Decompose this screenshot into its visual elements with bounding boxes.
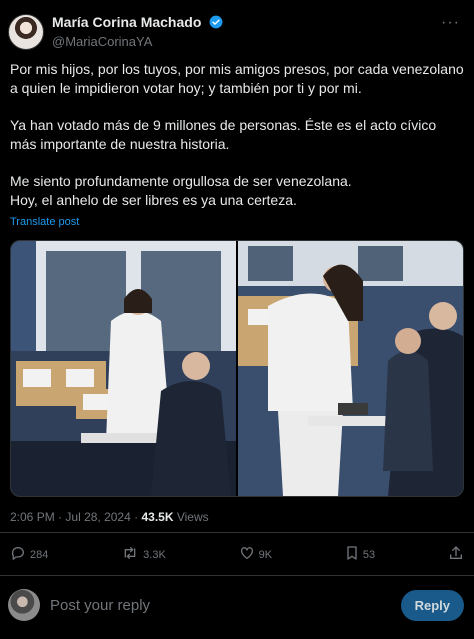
media-photo-left[interactable] [11, 241, 236, 496]
more-options-icon[interactable]: ··· [441, 14, 460, 32]
bookmark-count: 53 [362, 548, 376, 561]
author-names: María Corina Machado @MariaCorinaYA [52, 14, 223, 50]
reply-input[interactable]: Post your reply [50, 597, 401, 614]
author-display-name[interactable]: María Corina Machado [52, 14, 201, 30]
user-avatar [8, 589, 40, 621]
action-bar: 284 3.3K 9K 53 [10, 545, 464, 564]
like-count: 9K [258, 548, 273, 561]
tweet-media[interactable] [10, 240, 464, 497]
bookmark-action[interactable]: 53 [345, 545, 375, 564]
author-handle[interactable]: @MariaCorinaYA [52, 33, 223, 50]
tweet-date[interactable]: Jul 28, 2024 [65, 510, 130, 524]
views-label: Views [176, 510, 209, 524]
reply-icon [10, 545, 26, 564]
views-count: 43.5K [141, 510, 174, 524]
divider [0, 532, 474, 533]
tweet-paragraph: Me siento profundamente orgullosa de ser… [10, 173, 352, 208]
translate-post-link[interactable]: Translate post [10, 216, 79, 228]
tweet-meta: 2:06 PM · Jul 28, 2024 · 43.5K Views [10, 510, 209, 524]
heart-icon [239, 545, 255, 564]
share-action[interactable] [448, 545, 464, 564]
tweet-paragraph: Por mis hijos, por los tuyos, por mis am… [10, 61, 464, 96]
share-icon [448, 545, 464, 564]
tweet-time[interactable]: 2:06 PM [10, 510, 55, 524]
like-action[interactable]: 9K [239, 545, 272, 564]
divider [0, 575, 474, 576]
reply-button[interactable]: Reply [400, 589, 464, 621]
reply-composer: Post your reply Reply [8, 588, 464, 622]
author-avatar[interactable] [8, 14, 44, 50]
repost-action[interactable]: 3.3K [121, 545, 166, 564]
media-photo-right[interactable] [238, 241, 463, 496]
tweet-header: María Corina Machado @MariaCorinaYA [8, 14, 223, 50]
reply-action[interactable]: 284 [10, 545, 48, 564]
bookmark-icon [345, 545, 359, 564]
reply-count: 284 [30, 548, 49, 561]
tweet-body: Por mis hijos, por los tuyos, por mis am… [10, 60, 465, 210]
repost-icon [121, 545, 139, 564]
verified-badge-icon [209, 15, 223, 33]
repost-count: 3.3K [143, 548, 166, 561]
tweet-paragraph: Ya han votado más de 9 millones de perso… [10, 117, 437, 152]
